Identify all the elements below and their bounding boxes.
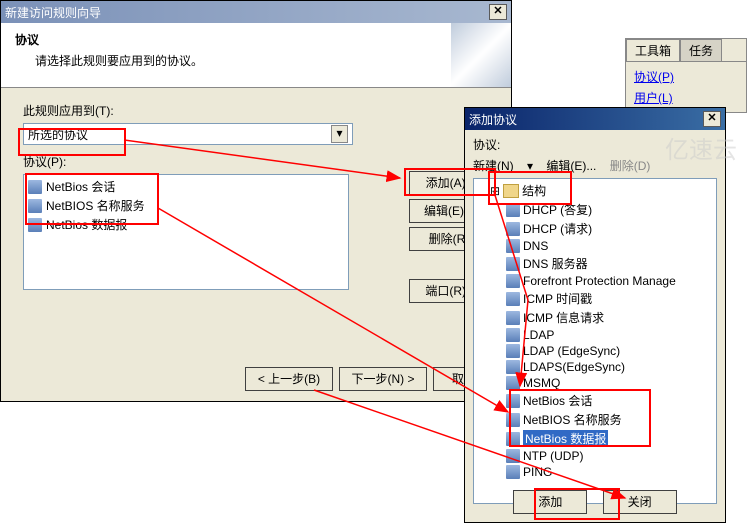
close-button[interactable]: 关闭 (603, 490, 677, 514)
tree-item[interactable]: Forefront Protection Manage (506, 273, 714, 289)
tree-item[interactable]: DNS 服务器 (506, 254, 714, 273)
link-users[interactable]: 用户(L) (634, 87, 738, 108)
wizard-title: 新建访问规则向导 (5, 4, 101, 21)
protocol-icon (506, 311, 520, 325)
add-label: 协议: (473, 136, 717, 153)
tree-item[interactable]: ICMP 信息请求 (506, 308, 714, 327)
tree-item[interactable]: NTP (UDP) (506, 448, 714, 464)
protocol-icon (506, 432, 520, 446)
folder-icon (503, 184, 519, 198)
new-menu[interactable]: 新建(N) ▾ (473, 159, 533, 173)
add-protocol-window: 添加协议 ✕ 协议: 新建(N) ▾ 编辑(E)... 删除(D) ⊟结构 DH… (464, 107, 726, 523)
protocol-icon (506, 376, 520, 390)
list-item[interactable]: NetBios 会话 (26, 177, 346, 196)
protocol-icon (506, 257, 520, 271)
protocol-tree[interactable]: ⊟结构 DHCP (答复)DHCP (请求)DNSDNS 服务器Forefron… (473, 178, 717, 504)
tree-item[interactable]: DNS (506, 238, 714, 254)
list-item[interactable]: NetBios 数据报 (26, 215, 346, 234)
tree-item[interactable]: NetBIOS 名称服务 (506, 410, 714, 429)
apply-dropdown[interactable]: 所选的协议 ▾ (23, 123, 353, 145)
protocol-icon (506, 239, 520, 253)
wizard-header: 协议 请选择此规则要应用到的协议。 (1, 23, 511, 88)
next-button[interactable]: 下一步(N) > (339, 367, 427, 391)
protocol-listbox[interactable]: NetBios 会话 NetBIOS 名称服务 NetBios 数据报 (23, 174, 349, 290)
tree-item[interactable]: PING (506, 464, 714, 480)
add-titlebar: 添加协议 ✕ (465, 108, 725, 130)
dropdown-arrow-icon[interactable]: ▾ (331, 125, 348, 143)
tab-toolbox[interactable]: 工具箱 (626, 39, 680, 61)
protocol-icon (506, 465, 520, 479)
add-toolbar: 新建(N) ▾ 编辑(E)... 删除(D) (473, 157, 717, 174)
protocol-icon (506, 394, 520, 408)
delete-menu: 删除(D) (610, 159, 651, 173)
protocol-icon (28, 218, 42, 232)
dropdown-value: 所选的协议 (28, 126, 88, 143)
protocol-icon (506, 222, 520, 236)
add-title: 添加协议 (469, 111, 517, 128)
protocol-icon (506, 449, 520, 463)
tree-item[interactable]: LDAP (EdgeSync) (506, 343, 714, 359)
side-panel: 工具箱 任务 协议(P) 用户(L) (625, 38, 747, 113)
tree-item[interactable]: MSMQ (506, 375, 714, 391)
wizard-heading: 协议 (15, 33, 39, 47)
protocol-icon (506, 344, 520, 358)
wizard-window: 新建访问规则向导 ✕ 协议 请选择此规则要应用到的协议。 此规则应用到(T): … (0, 0, 512, 402)
collapse-icon[interactable]: ⊟ (490, 184, 500, 198)
protocol-icon (506, 274, 520, 288)
tree-item[interactable]: LDAPS(EdgeSync) (506, 359, 714, 375)
add-confirm-button[interactable]: 添加 (513, 490, 587, 514)
add-button-row: 添加 关闭 (465, 490, 725, 514)
protocol-icon (506, 203, 520, 217)
link-protocols[interactable]: 协议(P) (634, 66, 738, 87)
protocol-icon (506, 292, 520, 306)
back-button[interactable]: < 上一步(B) (245, 367, 333, 391)
wizard-nav: < 上一步(B) 下一步(N) > 取消 (245, 367, 495, 391)
proto-label: 协议(P): (23, 153, 489, 170)
protocol-icon (506, 413, 520, 427)
tree-item[interactable]: DHCP (请求) (506, 219, 714, 238)
tree-item[interactable]: NetBios 数据报 (506, 429, 714, 448)
tree-item[interactable]: NetBios 会话 (506, 391, 714, 410)
wizard-close-btn[interactable]: ✕ (489, 4, 507, 20)
tab-tasks[interactable]: 任务 (680, 39, 722, 61)
wizard-subtitle: 请选择此规则要应用到的协议。 (35, 52, 497, 69)
wizard-titlebar: 新建访问规则向导 ✕ (1, 1, 511, 23)
list-item[interactable]: NetBIOS 名称服务 (26, 196, 346, 215)
wizard-graphic (451, 23, 511, 87)
protocol-icon (506, 328, 520, 342)
tree-root[interactable]: ⊟结构 (490, 181, 714, 200)
tree-item[interactable]: DHCP (答复) (506, 200, 714, 219)
edit-menu[interactable]: 编辑(E)... (546, 159, 596, 173)
protocol-icon (28, 180, 42, 194)
tree-item[interactable]: LDAP (506, 327, 714, 343)
add-close-btn[interactable]: ✕ (703, 111, 721, 127)
protocol-icon (28, 199, 42, 213)
tree-item[interactable]: ICMP 时间戳 (506, 289, 714, 308)
apply-label: 此规则应用到(T): (23, 102, 489, 119)
protocol-icon (506, 360, 520, 374)
